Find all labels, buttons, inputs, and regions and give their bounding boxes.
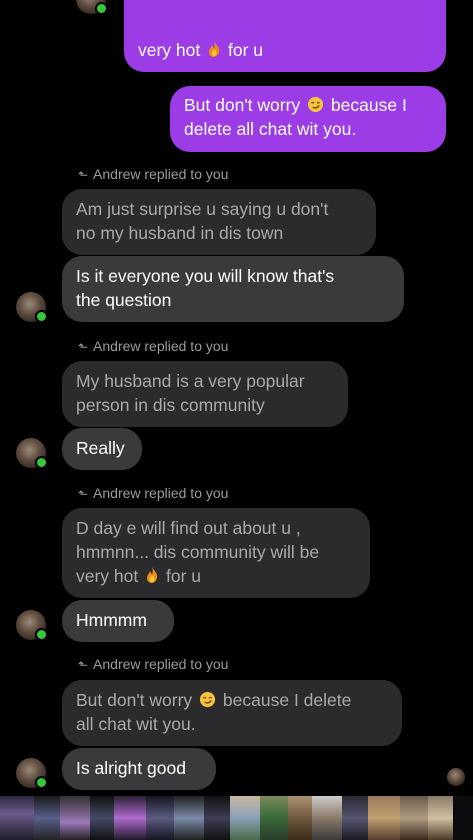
quoted-message-3-line3: very hot [76,566,139,586]
quoted-message-3-line2: hmmnn... dis community will be [76,542,320,562]
online-indicator [35,456,48,469]
reply-arrow-icon: ⬑ [78,340,89,354]
reply-message-4[interactable]: Is alright good [62,748,216,790]
quoted-message-3-line1: D day e will find out about u , [76,518,301,538]
quoted-message-4-line1-end: because I delete [222,690,352,710]
online-indicator [35,310,48,323]
sent-message-2-line1-end: because I [330,95,407,115]
reply-arrow-icon: ⬑ [78,658,89,672]
thumbnail [204,796,230,840]
reply-message-2[interactable]: Really [62,428,142,470]
quoted-message-2-line1: My husband is a very popular [76,371,305,391]
thumbnail [368,796,400,840]
fire-icon [147,567,158,583]
sent-message-1[interactable]: very hot for u [124,0,446,72]
avatar-andrew-1[interactable] [16,292,48,323]
quoted-message-2-line2: person in dis community [76,395,265,415]
thumbnail [400,796,428,840]
thumbnail [60,796,90,840]
thumbnail [428,796,453,840]
thumbnail [146,796,174,840]
sent-message-2-line2: delete all chat wit you. [184,119,357,139]
thumbnail [312,796,342,840]
quoted-message-1[interactable]: Am just surprise u saying u don't no my … [62,189,376,255]
sent-message-2-line1: But don't worry [184,95,301,115]
online-indicator [95,2,108,15]
thumbnail [174,796,204,840]
thumbnail [260,796,288,840]
reply-message-1-line1: Is it everyone you will know that's [76,266,335,286]
smirk-emoji-icon [307,96,324,113]
thumbnail [0,796,34,840]
quoted-message-1-line2: no my husband in dis town [76,223,284,243]
reply-arrow-icon: ⬑ [78,487,89,501]
fire-icon [209,41,220,57]
reply-label-1: ⬑ Andrew replied to you [78,166,229,182]
quoted-message-3[interactable]: D day e will find out about u , hmmnn...… [62,508,370,598]
avatar-andrew-4[interactable] [16,758,48,789]
reply-label-4: ⬑ Andrew replied to you [78,656,229,672]
quoted-message-4-line1: But don't worry [76,690,193,710]
thumbnail [230,796,260,840]
smirk-emoji-icon [199,691,216,708]
reply-arrow-icon: ⬑ [78,168,89,182]
sent-message-1-text: very hot [138,40,201,60]
reply-message-3-text: Hmmmm [76,610,147,630]
reply-message-2-text: Really [76,438,125,458]
reply-message-4-text: Is alright good [76,758,186,778]
sent-message-2[interactable]: But don't worry because I delete all cha… [170,86,446,152]
reply-message-3[interactable]: Hmmmm [62,600,174,642]
avatar-top-partial [76,0,108,15]
quoted-message-2[interactable]: My husband is a very popular person in d… [62,361,348,427]
quoted-message-4[interactable]: But don't worry because I delete all cha… [62,680,402,746]
reply-message-1[interactable]: Is it everyone you will know that's the … [62,256,404,322]
thumbnail [342,796,368,840]
thumbnail [34,796,60,840]
reply-label-2: ⬑ Andrew replied to you [78,338,229,354]
quoted-message-3-line3-end: for u [166,566,202,586]
online-indicator [35,628,48,641]
thumbnail-strip [0,796,473,840]
reply-message-1-line2: the question [76,290,172,310]
thumbnail [90,796,114,840]
sent-message-1-text-end: for u [228,40,264,60]
quoted-message-1-line1: Am just surprise u saying u don't [76,199,329,219]
avatar-andrew-2[interactable] [16,438,48,469]
seen-receipt-avatar [447,768,465,786]
thumbnail [288,796,312,840]
reply-label-3: ⬑ Andrew replied to you [78,485,229,501]
avatar-andrew-3[interactable] [16,610,48,641]
thumbnail [114,796,146,840]
quoted-message-4-line2: all chat wit you. [76,714,196,734]
online-indicator [35,776,48,789]
